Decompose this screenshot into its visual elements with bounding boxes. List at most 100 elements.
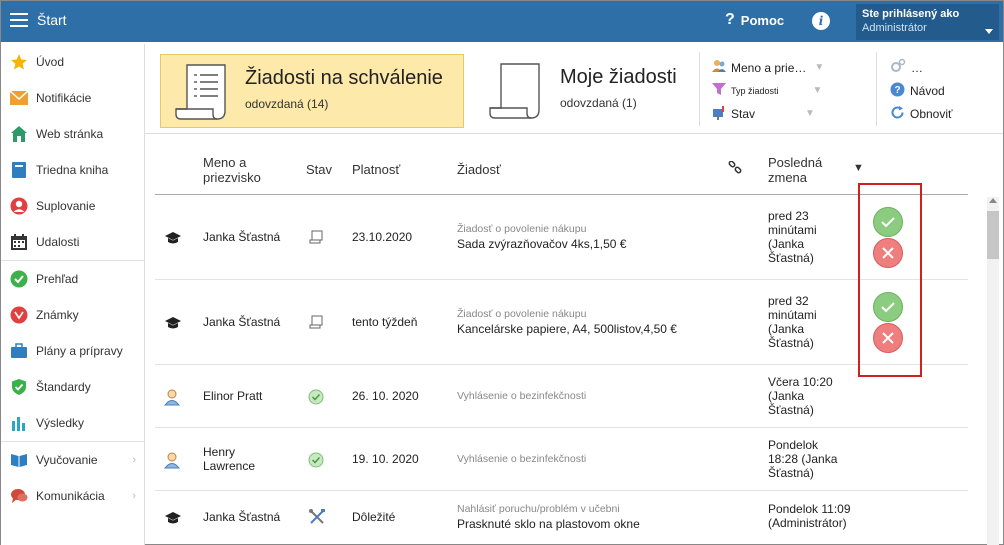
chevron-right-icon: ›	[132, 490, 136, 502]
divider	[876, 52, 877, 126]
scrollbar-thumb[interactable]	[987, 211, 999, 259]
gears-icon	[890, 58, 906, 77]
help-circle-icon: ?	[890, 82, 905, 100]
sidebar-item-notifikacie[interactable]: Notifikácie	[1, 80, 144, 116]
request-description: Kancelárske papiere, A4, 500listov,4,50 …	[457, 322, 677, 336]
document-status-icon	[309, 230, 323, 247]
funnel-icon	[711, 81, 727, 100]
row-validity: 19. 10. 2020	[352, 452, 419, 466]
menu-icon[interactable]	[10, 13, 28, 27]
tools-icon	[308, 508, 326, 529]
approved-status-icon	[308, 452, 324, 471]
sidebar-item-triedna-kniha[interactable]: Triedna kniha	[1, 152, 144, 188]
request-type: Žiadosť o povolenie nákupu	[457, 308, 587, 320]
action-column: … ? Návod Obnoviť	[890, 56, 953, 125]
help-button[interactable]: ? Pomoc	[725, 11, 784, 29]
sidebar-item-udalosti[interactable]: Udalosti	[1, 224, 144, 260]
graduation-cap-icon	[164, 316, 182, 333]
card-title: Moje žiadosti	[560, 66, 677, 88]
user-label: Ste prihlásený ako	[862, 8, 960, 20]
sidebar-item-standardy[interactable]: Štandardy	[1, 369, 144, 405]
request-type: Žiadosť o povolenie nákupu	[457, 223, 587, 235]
graduation-cap-icon	[164, 231, 182, 248]
refresh-icon	[890, 105, 905, 123]
row-last-change: Včera 10:20 (Janka Šťastná)	[768, 375, 833, 417]
guide-button[interactable]: ? Návod	[890, 79, 953, 102]
question-icon: ?	[725, 11, 735, 28]
row-validity: tento týždeň	[352, 315, 418, 329]
sidebar-item-plany[interactable]: Plány a prípravy	[1, 333, 144, 369]
card-count: odovzdaná (14)	[245, 97, 329, 111]
request-type: Nahlásiť poruchu/problém v učebni	[457, 503, 620, 515]
person-icon	[163, 451, 181, 472]
row-request: Vyhlásenie o bezinfekčnosti	[457, 453, 586, 465]
name-filter[interactable]: Meno a prie… ▼	[711, 56, 824, 79]
state-filter[interactable]: Stav ▼	[711, 102, 824, 125]
table-row[interactable]: Elinor Pratt 26. 10. 2020 Vyhlásenie o b…	[155, 365, 968, 428]
highlight-box	[858, 183, 922, 377]
open-book-icon	[10, 451, 28, 469]
row-validity: 23.10.2020	[352, 230, 413, 244]
refresh-button[interactable]: Obnoviť	[890, 102, 953, 125]
filter-column: Meno a prie… ▼ Typ žiadosti ▼ Stav ▼	[711, 56, 824, 125]
sidebar-item-znamky[interactable]: Známky	[1, 297, 144, 333]
request-description: Prasknuté sklo na plastovom okne	[457, 517, 640, 531]
tab-requests-to-approve[interactable]: Žiadosti na schválenie odovzdaná (14)	[160, 54, 464, 128]
table-row[interactable]: Janka Šťastná Dôležité Nahlásiť poruchu/…	[155, 491, 968, 545]
user-menu[interactable]: Ste prihlásený ako Administrátor	[856, 4, 999, 40]
row-name: Janka Šťastná	[203, 230, 281, 244]
sidebar: Úvod Notifikácie Web stránka Triedna kni…	[1, 44, 145, 545]
shield-icon	[10, 378, 28, 396]
graduation-cap-icon	[164, 511, 182, 528]
sort-desc-icon[interactable]: ▼	[853, 162, 864, 174]
header-request[interactable]: Žiadosť	[457, 162, 501, 177]
row-last-change: pred 32 minútami (Janka Šťastná)	[768, 294, 817, 350]
header-state[interactable]: Stav	[306, 162, 332, 177]
dropdown-arrow-icon: ▼	[805, 108, 815, 119]
sidebar-item-vysledky[interactable]: Výsledky	[1, 405, 144, 441]
dropdown-arrow-icon: ▼	[814, 62, 825, 73]
dropdown-arrow-icon: ▼	[812, 85, 823, 96]
row-last-change: Pondelok 18:28 (Janka Šťastná)	[768, 438, 838, 480]
document-scroll-icon	[175, 64, 226, 120]
more-options-button[interactable]: …	[890, 56, 953, 79]
requests-table: Meno a priezvisko Stav Platnosť Žiadosť …	[155, 146, 968, 545]
scroll-up-arrow-icon[interactable]	[989, 198, 997, 203]
chevron-down-icon	[985, 29, 993, 34]
chat-icon	[10, 487, 28, 505]
card-count: odovzdaná (1)	[560, 96, 637, 110]
tab-my-requests[interactable]: Moje žiadosti odovzdaná (1)	[475, 54, 695, 128]
top-bar: Štart ? Pomoc i Ste prihlásený ako Admin…	[1, 1, 1003, 42]
row-last-change: pred 23 minútami (Janka Šťastná)	[768, 209, 817, 265]
row-validity: 26. 10. 2020	[352, 389, 419, 403]
table-header: Meno a priezvisko Stav Platnosť Žiadosť …	[155, 146, 968, 195]
sidebar-item-vyucovanie[interactable]: Vyučovanie ›	[1, 442, 144, 478]
briefcase-icon	[10, 342, 28, 360]
approved-status-icon	[308, 389, 324, 408]
table-row[interactable]: Janka Šťastná 23.10.2020 Žiadosť o povol…	[155, 195, 968, 280]
row-validity: Dôležité	[352, 510, 396, 524]
table-row[interactable]: Janka Šťastná tento týždeň Žiadosť o pov…	[155, 280, 968, 365]
table-row[interactable]: Henry Lawrence 19. 10. 2020 Vyhlásenie o…	[155, 428, 968, 491]
chevron-right-icon: ›	[132, 454, 136, 466]
sidebar-item-suplovanie[interactable]: Suplovanie	[1, 188, 144, 224]
app-title: Štart	[37, 12, 67, 28]
row-request: Nahlásiť poruchu/problém v učebni Praskn…	[457, 503, 640, 531]
link-icon	[728, 160, 742, 178]
sidebar-item-uvod[interactable]: Úvod	[1, 44, 144, 80]
header-name[interactable]: Meno a priezvisko	[203, 155, 283, 185]
header-validity[interactable]: Platnosť	[352, 162, 400, 177]
envelope-icon	[10, 89, 28, 107]
star-icon	[10, 53, 28, 71]
info-icon[interactable]: i	[812, 12, 830, 30]
header-last-change[interactable]: Posledná zmena	[768, 155, 838, 185]
request-type: Vyhlásenie o bezinfekčnosti	[457, 453, 587, 465]
blank-scroll-icon	[489, 63, 540, 119]
row-request: Žiadosť o povolenie nákupu Sada zvýrazňo…	[457, 223, 626, 251]
row-request: Žiadosť o povolenie nákupu Kancelárske p…	[457, 308, 677, 336]
sidebar-item-web-stranka[interactable]: Web stránka	[1, 116, 144, 152]
sidebar-item-komunikacia[interactable]: Komunikácia ›	[1, 478, 144, 514]
type-filter[interactable]: Typ žiadosti ▼	[711, 79, 824, 102]
check-circle-icon	[10, 270, 28, 288]
sidebar-item-prehlad[interactable]: Prehľad	[1, 261, 144, 297]
